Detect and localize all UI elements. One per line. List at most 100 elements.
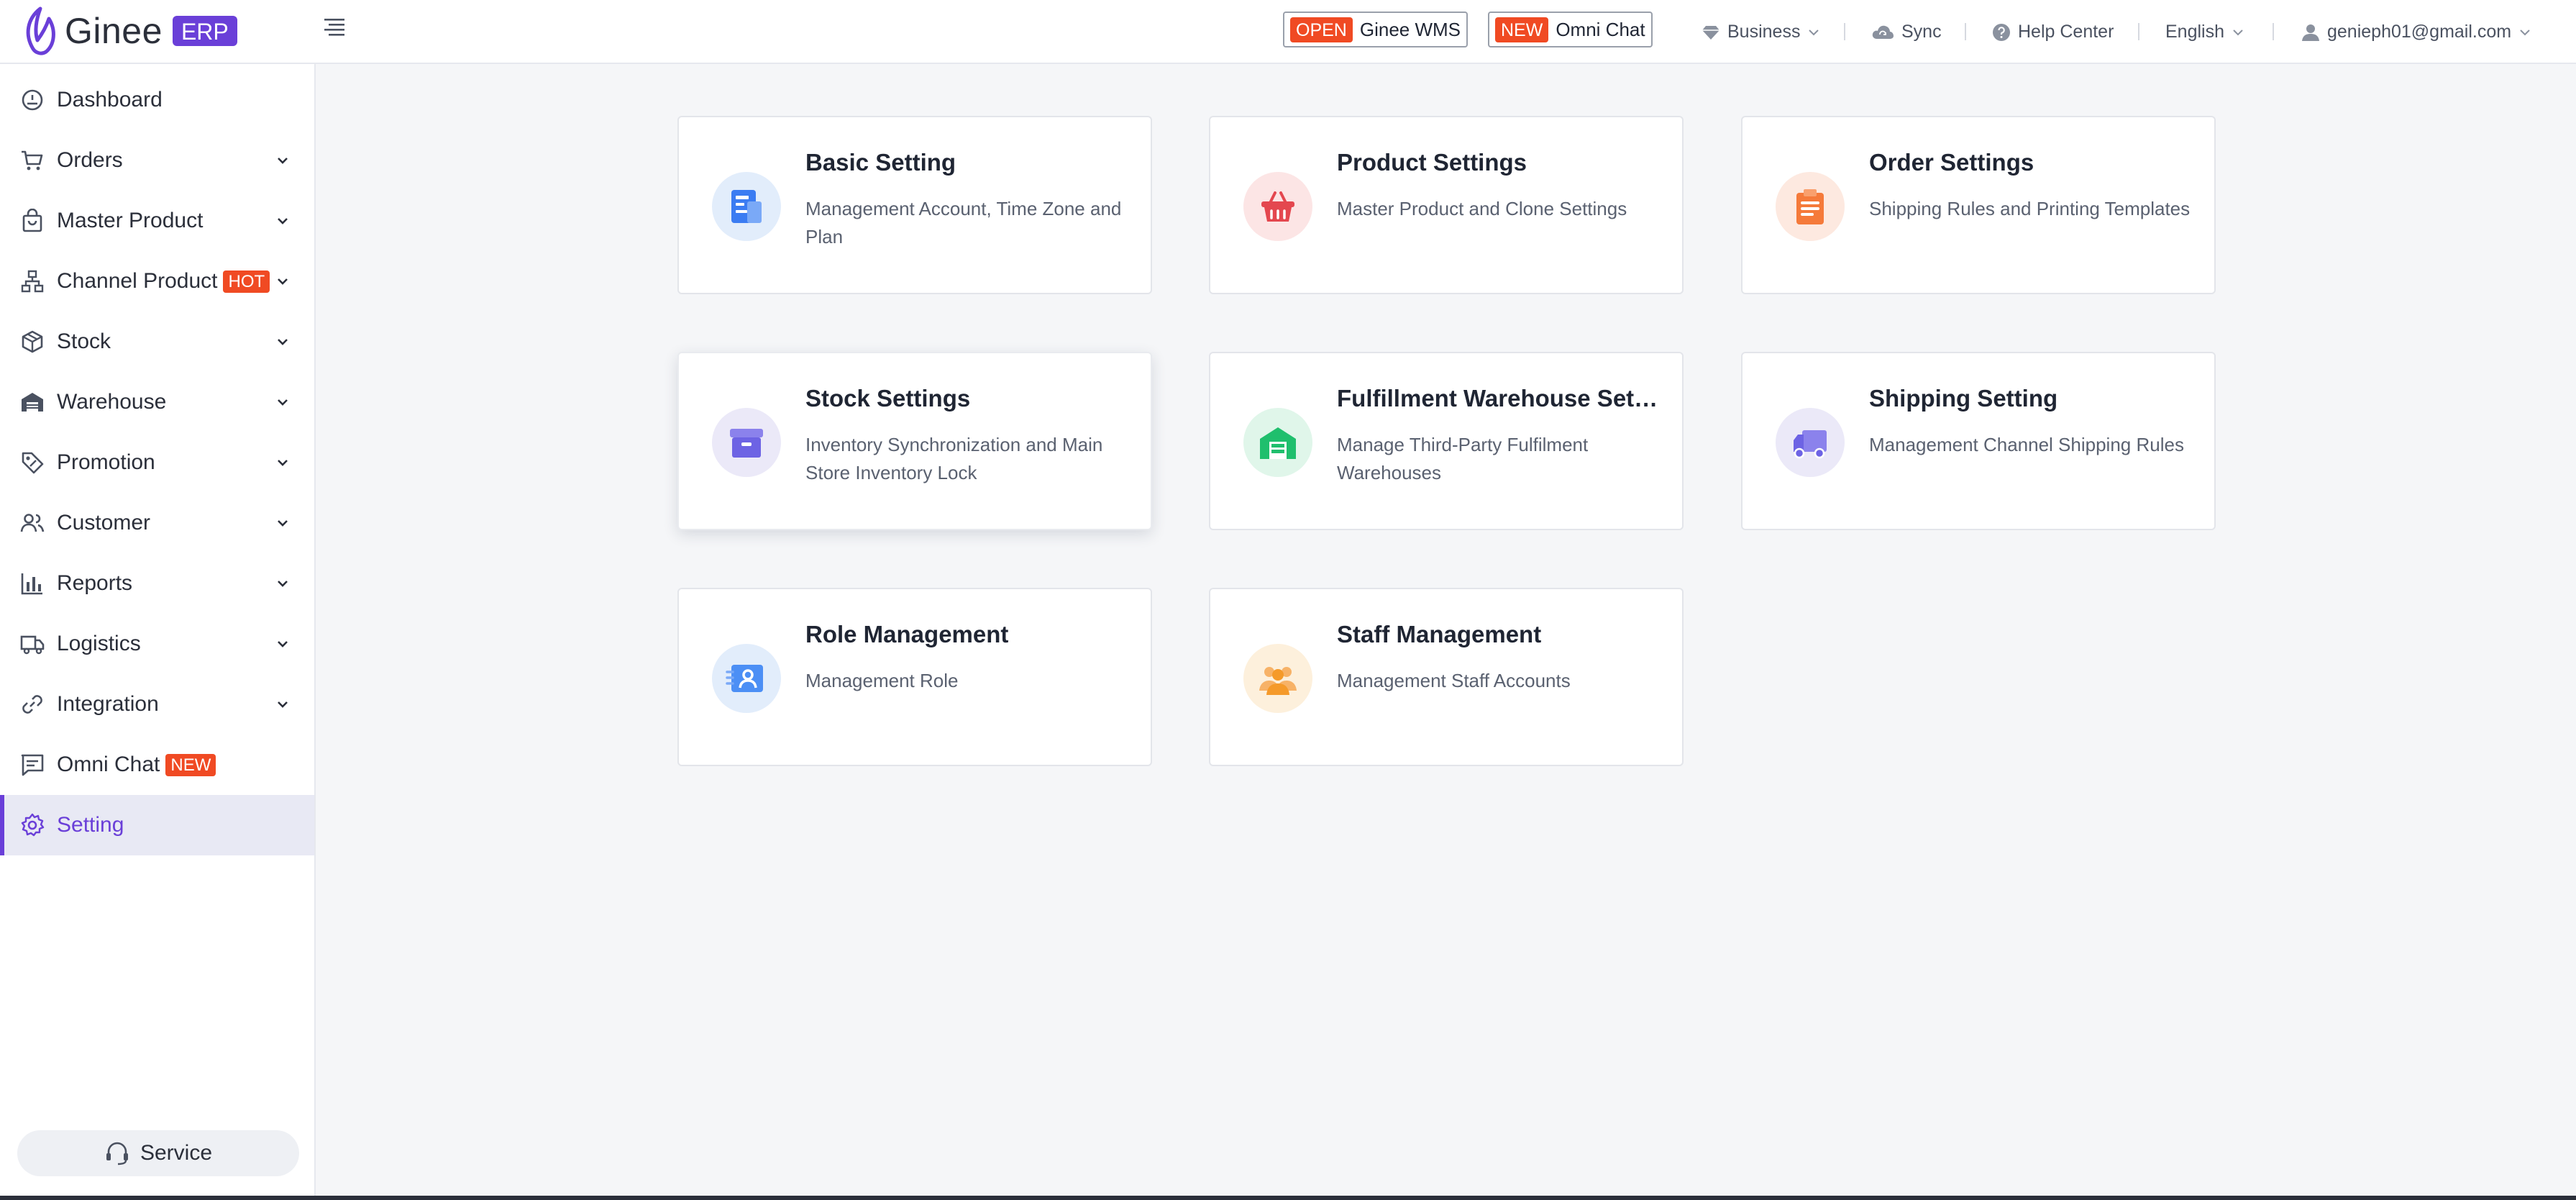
diamond-icon — [1702, 25, 1719, 40]
account-email: genieph01@gmail.com — [2327, 22, 2512, 42]
sidebar-item-label: Omni Chat NEW — [57, 753, 216, 777]
brand-badge: ERP — [172, 16, 237, 46]
dashboard-gauge-icon — [22, 89, 43, 111]
tag-icon — [22, 452, 44, 474]
ginee-wms-label: Ginee WMS — [1359, 18, 1461, 40]
basket-icon — [1243, 172, 1312, 241]
chevron-down-icon — [278, 399, 288, 406]
chevron-down-icon — [278, 581, 288, 587]
brand-name: Ginee — [65, 11, 163, 51]
sidebar-item-logistics[interactable]: Logistics — [0, 614, 314, 674]
chevron-down-icon — [278, 641, 288, 647]
top-header: Ginee ERP OPEN Ginee WMS NEW Omni Chat B… — [0, 0, 2576, 64]
collapse-menu-icon[interactable] — [322, 16, 347, 40]
card-description: Management Channel Shipping Rules — [1869, 434, 2184, 455]
open-tag: OPEN — [1290, 17, 1353, 42]
sidebar-item-reports[interactable]: Reports — [0, 553, 314, 614]
card-title: Role Management — [805, 621, 1009, 647]
sidebar-item-omni-chat[interactable]: Omni Chat NEW — [0, 735, 314, 795]
service-label: Service — [140, 1141, 213, 1165]
service-button[interactable]: Service — [17, 1130, 299, 1176]
ginee-wms-button[interactable]: OPEN Ginee WMS — [1283, 12, 1469, 47]
chevron-down-icon — [278, 158, 288, 164]
card-description: Management Role — [805, 670, 959, 691]
sidebar-item-label: Logistics — [57, 632, 141, 655]
warehouse-icon — [22, 393, 43, 412]
chevron-down-icon — [278, 520, 288, 527]
sidebar-item-label: Warehouse — [57, 390, 167, 414]
card-description: Management Account, Time Zone and Plan — [805, 198, 1122, 247]
help-center-label: Help Center — [2018, 22, 2114, 42]
link-icon — [22, 695, 42, 714]
gear-icon — [21, 813, 45, 837]
chevron-down-icon — [2233, 29, 2243, 35]
business-dropdown[interactable]: Business — [1702, 0, 1820, 64]
users-icon — [20, 514, 45, 532]
chevron-down-icon — [278, 701, 288, 708]
people-icon — [1243, 644, 1312, 713]
sidebar-item-channel-product[interactable]: Channel Product HOT — [0, 251, 314, 312]
headset-icon — [106, 1142, 128, 1165]
new-badge: NEW — [165, 753, 216, 776]
card-order-settings[interactable]: Order Settings Shipping Rules and Printi… — [1741, 116, 2216, 294]
shopping-cart-icon — [22, 150, 43, 171]
shopping-bag-icon — [22, 209, 42, 232]
sidebar-item-dashboard[interactable]: Dashboard — [0, 70, 314, 130]
account-dropdown[interactable]: genieph01@gmail.com — [2301, 0, 2531, 64]
hot-badge: HOT — [223, 270, 270, 293]
card-description: Master Product and Clone Settings — [1337, 198, 1627, 219]
sync-label: Sync — [1901, 22, 1942, 42]
sidebar-item-label: Reports — [57, 571, 133, 595]
chevron-down-icon — [1809, 29, 1819, 35]
chevron-down-icon — [278, 278, 288, 285]
archive-box-icon — [712, 408, 781, 477]
sidebar-item-customer[interactable]: Customer — [0, 493, 314, 553]
sidebar-item-promotion[interactable]: Promotion — [0, 432, 314, 493]
sidebar-item-label-text: Channel Product — [57, 269, 218, 293]
sidebar-item-label: Setting — [57, 813, 124, 837]
card-staff-management[interactable]: Staff Management Management Staff Accoun… — [1209, 588, 1684, 766]
card-title: Staff Management — [1337, 621, 1542, 647]
sidebar-item-stock[interactable]: Stock — [0, 312, 314, 372]
sidebar-item-integration[interactable]: Integration — [0, 674, 314, 735]
card-product-settings[interactable]: Product Settings Master Product and Clon… — [1209, 116, 1684, 294]
header-divider — [2138, 23, 2139, 40]
chat-icon — [21, 754, 44, 776]
sidebar-item-label: Master Product — [57, 209, 204, 232]
truck-icon — [1776, 408, 1845, 477]
omni-chat-header-button[interactable]: NEW Omni Chat — [1488, 12, 1653, 47]
card-fulfillment-warehouse-settings[interactable]: Fulfillment Warehouse Sett... Manage Thi… — [1209, 352, 1684, 530]
card-basic-setting[interactable]: Basic Setting Management Account, Time Z… — [677, 116, 1152, 294]
sidebar-item-label: Promotion — [57, 450, 155, 474]
card-title: Shipping Setting — [1869, 385, 2058, 412]
omni-chat-header-label: Omni Chat — [1556, 18, 1645, 40]
cube-icon — [22, 330, 43, 353]
card-stock-settings[interactable]: Stock Settings Inventory Synchronization… — [677, 352, 1152, 530]
window-bottom-edge — [0, 1196, 2576, 1200]
sidebar-item-warehouse[interactable]: Warehouse — [0, 372, 314, 432]
card-shipping-setting[interactable]: Shipping Setting Management Channel Ship… — [1741, 352, 2216, 530]
clipboard-icon — [1776, 172, 1845, 241]
help-center-link[interactable]: Help Center — [1992, 0, 2114, 64]
user-icon — [2302, 24, 2319, 41]
chevron-down-icon — [278, 218, 288, 224]
card-title: Fulfillment Warehouse Sett... — [1337, 385, 1661, 412]
ginee-erp-logo[interactable]: Ginee ERP — [20, 6, 237, 56]
sync-button[interactable]: Sync — [1871, 0, 1942, 64]
card-description: Manage Third-Party Fulfilment Warehouses — [1337, 434, 1589, 483]
sidebar-item-label-text: Omni Chat — [57, 753, 160, 776]
id-card-icon — [712, 644, 781, 713]
sidebar-item-setting[interactable]: Setting — [0, 795, 314, 855]
sidebar-item-orders[interactable]: Orders — [0, 130, 314, 191]
help-circle-icon — [1993, 23, 2010, 41]
header-divider — [2273, 23, 2274, 40]
card-description: Management Staff Accounts — [1337, 670, 1571, 691]
card-title: Order Settings — [1869, 149, 2034, 176]
chevron-down-icon — [2520, 29, 2530, 35]
warehouse-icon — [1243, 408, 1312, 477]
header-divider — [1965, 23, 1966, 40]
card-role-management[interactable]: Role Management Management Role — [677, 588, 1152, 766]
language-dropdown[interactable]: English — [2165, 0, 2244, 64]
bar-chart-icon — [21, 573, 42, 595]
sidebar-item-master-product[interactable]: Master Product — [0, 191, 314, 251]
